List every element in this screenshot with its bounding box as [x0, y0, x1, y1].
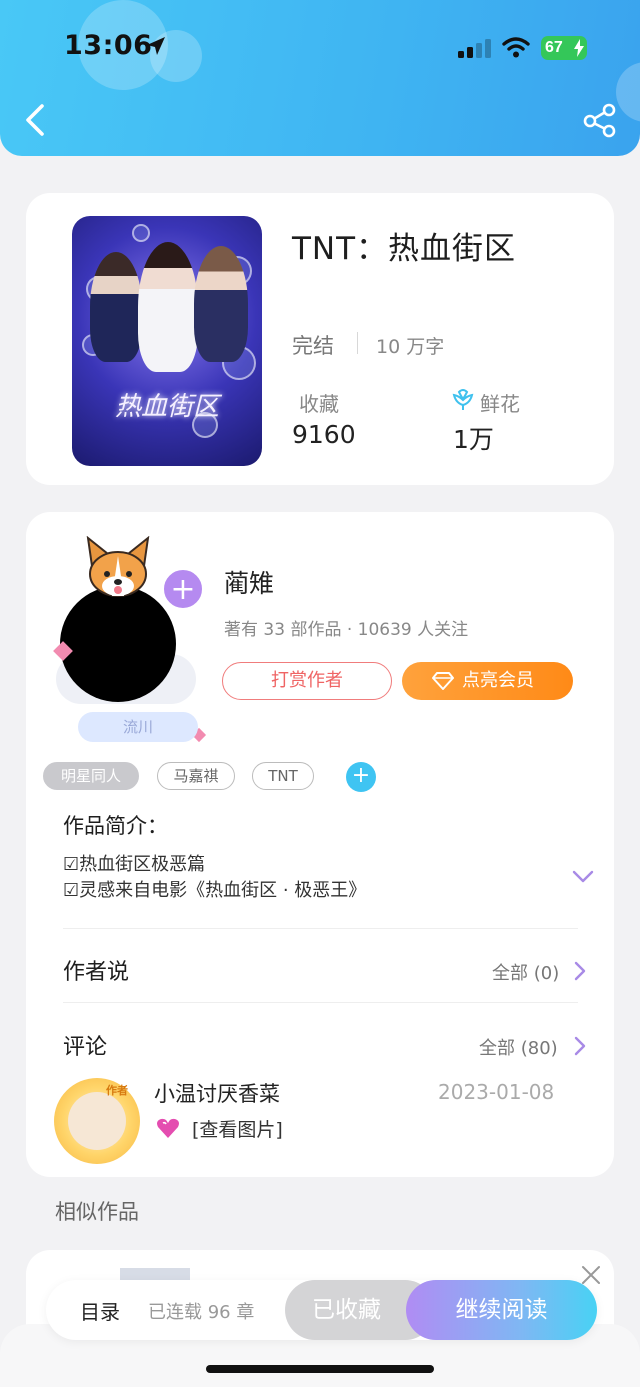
- home-indicator: [206, 1365, 434, 1373]
- book-title: TNT：热血街区: [292, 231, 517, 267]
- bottom-action-bar: 目录 已连载 96 章 已收藏 继续阅读: [46, 1280, 597, 1340]
- divider: [357, 332, 358, 354]
- word-count: 10 万字: [376, 336, 445, 358]
- divider: [63, 1002, 578, 1003]
- back-button[interactable]: [18, 100, 52, 140]
- comments-title: 评论: [63, 1035, 108, 1060]
- commenter-name[interactable]: 小温讨厌香菜: [154, 1078, 280, 1108]
- favorites-count: 9160: [292, 420, 356, 449]
- continue-reading-button[interactable]: 继续阅读: [406, 1280, 597, 1340]
- tag-chip[interactable]: TNT: [252, 762, 314, 790]
- author-badge: 作者: [106, 1084, 128, 1097]
- follow-plus-button[interactable]: +: [162, 568, 204, 610]
- tag-chip[interactable]: 马嘉祺: [157, 762, 235, 790]
- top-header: 13:06 67: [0, 0, 640, 156]
- decor-bubble: [616, 62, 640, 122]
- cover-figure-center: [138, 242, 198, 372]
- comment-date: 2023-01-08: [438, 1080, 555, 1104]
- avatar: [60, 586, 176, 702]
- cover-bubble: [132, 224, 150, 242]
- author-avatar[interactable]: + 流川: [48, 524, 218, 744]
- book-status: 完结: [292, 334, 334, 358]
- chevron-right-icon[interactable]: [574, 1036, 586, 1056]
- expand-chevron-icon[interactable]: [572, 870, 594, 884]
- tip-author-button[interactable]: 打赏作者: [222, 662, 392, 700]
- chevron-right-icon[interactable]: [574, 961, 586, 981]
- cover-figure-left: [90, 252, 142, 362]
- author-name[interactable]: 蔺雉: [224, 564, 274, 600]
- cover-figure-right: [194, 246, 248, 362]
- author-card: + 流川 蔺雉 著有 33 部作品 · 10639 人关注 打赏作者 点亮会员 …: [26, 512, 614, 1177]
- flowers-count: 1万: [453, 425, 494, 454]
- divider: [63, 928, 578, 929]
- book-cover[interactable]: 热血街区: [72, 216, 262, 466]
- comments-more-link[interactable]: 全部 (80): [479, 1034, 558, 1060]
- intro-line: ☑热血街区极恶篇: [63, 854, 206, 875]
- add-tag-button[interactable]: +: [346, 762, 376, 792]
- share-button[interactable]: [582, 102, 618, 138]
- battery-indicator: 67: [541, 36, 587, 60]
- similar-works-title: 相似作品: [55, 1200, 139, 1224]
- vip-button-label: 点亮会员: [462, 670, 534, 691]
- commenter-avatar[interactable]: 作者: [54, 1078, 140, 1164]
- avatar: [68, 1092, 126, 1150]
- wifi-icon: [502, 37, 530, 58]
- intro-line: ☑灵感来自电影《热血街区 · 极恶王》: [63, 880, 367, 901]
- tag-chip[interactable]: 明星同人: [43, 762, 139, 790]
- charging-bolt-icon: [574, 39, 584, 57]
- author-says-title: 作者说: [63, 960, 130, 985]
- comment-text[interactable]: [查看图片]: [192, 1115, 283, 1142]
- activate-vip-button[interactable]: 点亮会员: [402, 662, 573, 700]
- corgi-avatar-frame-icon: [86, 536, 150, 597]
- book-info-card: 热血街区 TNT：热血街区 完结 10 万字 收藏 9160 鲜花 1万: [26, 193, 614, 485]
- author-stats: 著有 33 部作品 · 10639 人关注: [224, 620, 469, 640]
- battery-level: 67: [545, 39, 563, 56]
- flower-icon: [452, 389, 474, 410]
- location-arrow-icon: [147, 37, 165, 55]
- author-says-more-link[interactable]: 全部 (0): [492, 959, 559, 985]
- table-of-contents-button[interactable]: 目录: [80, 1296, 120, 1325]
- close-icon[interactable]: [580, 1264, 602, 1286]
- heart-emoji-icon: [157, 1118, 179, 1138]
- chapter-count: 已连载 96 章: [148, 1302, 255, 1323]
- fan-badge: 流川: [78, 712, 198, 742]
- intro-title: 作品简介：: [63, 814, 168, 838]
- favorites-label: 收藏: [299, 392, 339, 416]
- cellular-signal-icon: [458, 39, 491, 58]
- diamond-icon: [432, 672, 454, 690]
- status-time: 13:06: [64, 30, 153, 61]
- flowers-label: 鲜花: [480, 392, 520, 416]
- cover-title: 热血街区: [114, 392, 219, 422]
